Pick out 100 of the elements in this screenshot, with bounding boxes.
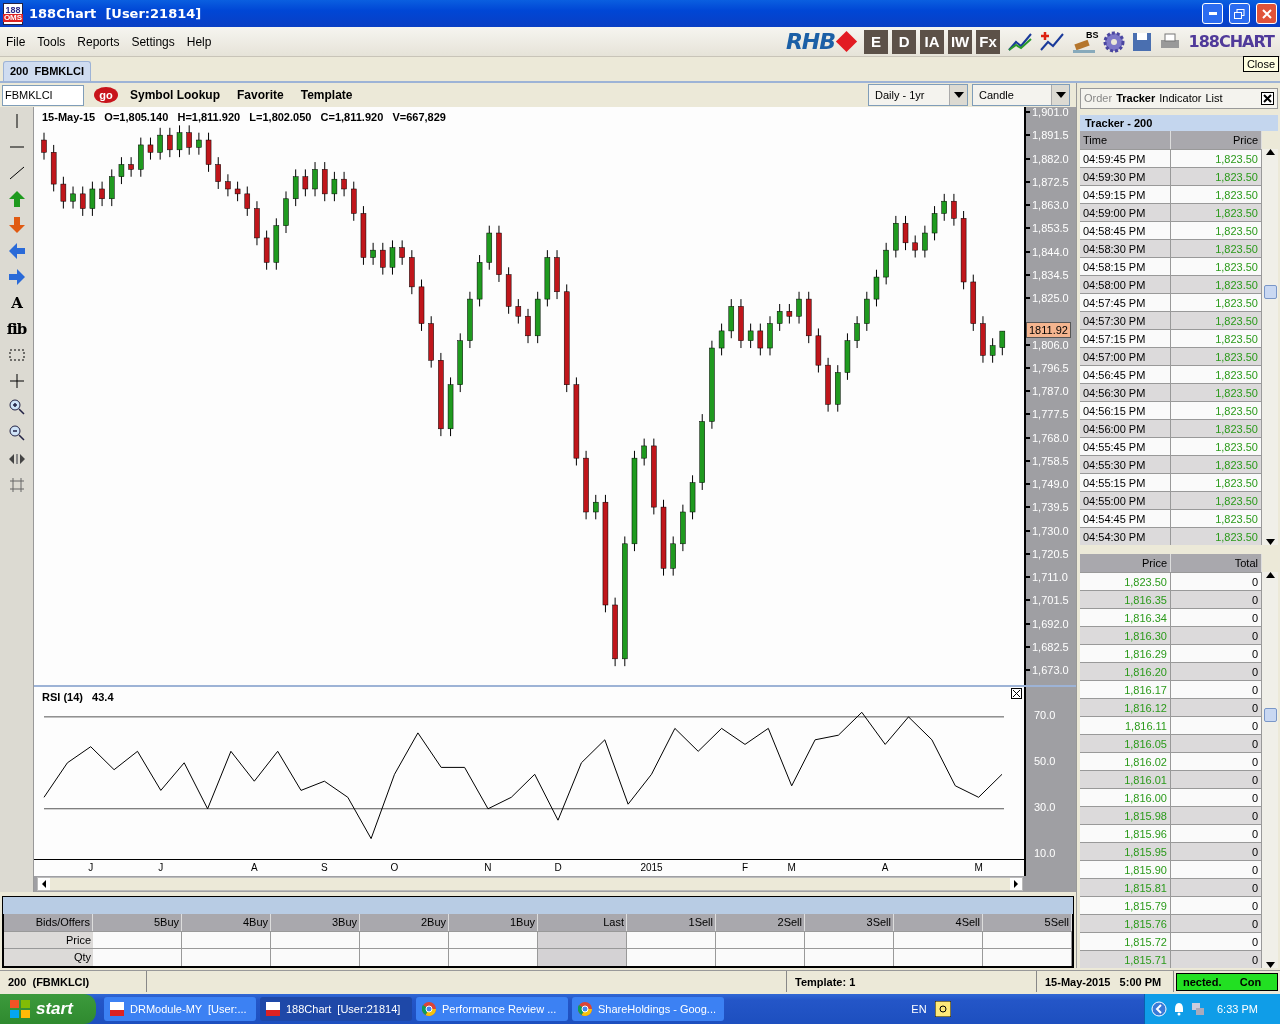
table-cell: 1,816.05 [1080,734,1171,752]
menu-item[interactable]: Help [186,34,212,49]
taskbar-item[interactable]: 188Chart [User:21814] [260,997,412,1021]
toolbar-button[interactable]: E [864,29,889,54]
symbol-field[interactable]: FBMKLCI [2,84,84,106]
chevron-icon[interactable] [1151,1001,1167,1017]
column-header: 3Buy [271,914,360,931]
table-cell: 0 [1171,788,1262,806]
text-tool-button[interactable]: A [5,292,28,314]
menu-item[interactable]: Settings [131,34,175,49]
horizontal-scrollbar[interactable] [37,877,1023,891]
toolbar-link[interactable]: Symbol Lookup [130,88,220,102]
candle [263,230,270,271]
toolbar-link[interactable]: Favorite [237,88,284,102]
document-tab[interactable]: 200 FBMKLCI [3,61,91,81]
table-cell: 0 [1171,716,1262,734]
close-button[interactable] [1256,3,1277,24]
vertical-scrollbar[interactable] [1262,572,1278,968]
table-cell: 0 [1171,914,1262,932]
restore-button[interactable] [1229,3,1250,24]
save-icon[interactable] [1131,30,1152,53]
toolbar-button[interactable]: D [892,29,917,54]
menu-item[interactable]: Reports [77,34,120,49]
candle [883,242,889,285]
start-button[interactable]: start [0,994,96,1024]
vertical-scrollbar[interactable] [1262,148,1278,545]
text-tool-button[interactable]: fib [5,318,28,340]
panel-tab[interactable]: Tracker [1116,92,1156,105]
table-cell: 0 [1171,752,1262,770]
go-button[interactable]: go [94,87,118,103]
minimize-button[interactable] [1202,3,1223,24]
axis-label: 1,834.5 [1032,268,1069,281]
language-indicator[interactable]: EN [911,1003,927,1015]
table-cell: 1,816.12 [1080,698,1171,716]
scroll-down-icon[interactable] [1265,962,1275,968]
candle [873,269,880,307]
help-icon[interactable] [934,1001,951,1017]
toolbar-button[interactable]: IA [920,29,945,54]
row-label: Qty [4,948,93,966]
candle [583,450,589,520]
candle [360,205,367,266]
chart-type-dropdown[interactable]: Candle [972,84,1070,106]
candle [467,291,473,349]
scroll-thumb[interactable] [1263,708,1277,722]
menu-item[interactable]: File [6,34,26,49]
bell-icon[interactable] [1173,1002,1185,1016]
taskbar-item[interactable]: DRModule-MY [User:... [104,997,256,1021]
taskbar-item[interactable]: ShareHoldings - Goog... [572,997,724,1021]
candle [234,181,241,202]
axis-label: 1,701.5 [1032,594,1069,607]
period-dropdown[interactable]: Daily - 1yr [868,84,968,106]
status-datetime: 15-May-2015 5:00 PM [1037,971,1174,992]
scroll-up-icon[interactable] [1265,572,1275,578]
scroll-thumb[interactable] [1263,284,1277,299]
column-header: 5Sell [983,914,1072,931]
candle [341,171,347,197]
settings-icon[interactable] [1101,29,1126,54]
table-cell: 0 [1171,662,1262,680]
scroll-up-icon[interactable] [1265,148,1275,155]
table-cell: 0 [1171,932,1262,950]
axis-label: 70.0 [1034,708,1056,721]
toolbar-button[interactable]: Fx [976,29,1001,54]
axis-label: 2015 [640,862,663,873]
close-icon[interactable] [1261,91,1274,105]
candle [60,176,67,210]
axis-label: 1,787.0 [1032,385,1069,398]
table-cell: 0 [1171,896,1262,914]
candle [970,274,977,332]
candle [409,249,415,295]
scroll-down-icon[interactable] [1265,538,1275,545]
scroll-left-icon[interactable] [38,878,50,890]
window-title: 188Chart [User:21814] [29,6,203,21]
candle [225,173,231,197]
axis-label: A [250,862,258,873]
scroll-right-icon[interactable] [1010,878,1022,890]
panel-tab[interactable]: Indicator [1159,92,1202,105]
table-cell: 1,815.72 [1080,932,1171,950]
panel-tab[interactable]: List [1205,92,1223,105]
candle [496,225,502,283]
candle [273,217,280,271]
candle [515,298,522,325]
menu-item[interactable]: Tools [37,34,66,49]
candle [931,205,938,241]
toolbar-button[interactable]: IW [948,29,973,54]
app-icon [110,1002,124,1016]
candle [796,291,802,325]
rsi-header: RSI (14) 43.4 [42,691,114,703]
candle [99,181,105,207]
candle [776,303,783,332]
taskbar-item[interactable]: Performance Review ... [416,997,568,1021]
candle [244,186,251,217]
table-cell: 1,816.35 [1080,590,1171,608]
candle [205,132,212,173]
table-cell: 0 [1171,608,1262,626]
table-cell: 1,815.90 [1080,860,1171,878]
candle [447,376,454,437]
toolbar-link[interactable]: Template [300,88,353,102]
axis-label: 1,796.5 [1032,361,1069,374]
close-icon[interactable] [1011,688,1022,699]
candle [951,193,957,227]
